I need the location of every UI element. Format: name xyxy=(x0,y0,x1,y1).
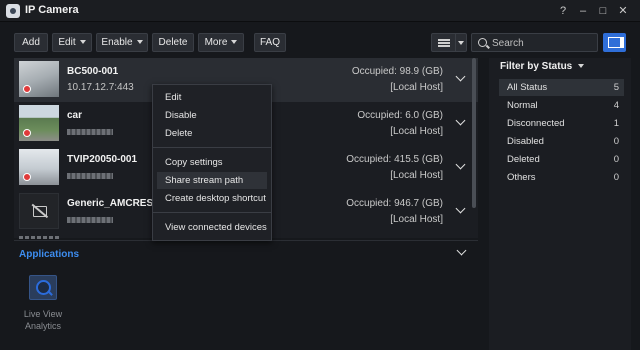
expand-chevron-icon[interactable] xyxy=(455,71,466,82)
add-button-label: Add xyxy=(22,37,40,48)
menu-item-view-connected-devices[interactable]: View connected devices xyxy=(157,219,267,236)
camera-address-redacted xyxy=(67,217,113,223)
filter-panel-toggle-button[interactable] xyxy=(603,33,626,52)
camera-host: [Local Host] xyxy=(390,126,443,137)
storage-occupied: Occupied: 6.0 (GB) xyxy=(357,110,443,121)
status-count: 4 xyxy=(613,100,619,111)
live-view-analytics-icon[interactable] xyxy=(29,275,57,300)
status-count: 0 xyxy=(613,154,619,165)
status-label: All Status xyxy=(507,82,548,93)
recording-indicator-icon xyxy=(23,173,31,181)
camera-host: [Local Host] xyxy=(390,82,443,93)
faq-button[interactable]: FAQ xyxy=(254,33,286,52)
camera-name: TVIP20050-001 xyxy=(67,154,138,165)
storage-occupied: Occupied: 98.9 (GB) xyxy=(351,66,443,77)
status-count: 1 xyxy=(613,118,619,129)
storage-occupied: Occupied: 415.5 (GB) xyxy=(346,154,443,165)
camera-address-redacted xyxy=(67,173,113,179)
applications-title: Applications xyxy=(19,249,80,260)
camera-context-menu: Edit Disable Delete Copy settings Share … xyxy=(152,84,272,241)
edit-button[interactable]: Edit xyxy=(52,33,92,52)
chevron-down-icon xyxy=(458,41,464,45)
status-count: 5 xyxy=(613,82,619,93)
delete-button-label: Delete xyxy=(158,37,188,48)
status-count: 0 xyxy=(613,172,619,183)
camera-address: 10.17.12.7:443 xyxy=(67,82,134,93)
no-video-icon xyxy=(33,206,47,217)
add-button[interactable]: Add xyxy=(14,33,48,52)
status-label: Deleted xyxy=(507,154,540,165)
menu-separator xyxy=(153,212,271,213)
storage-occupied: Occupied: 946.7 (GB) xyxy=(346,198,443,209)
chevron-down-icon xyxy=(578,64,585,69)
maximize-button[interactable]: □ xyxy=(595,3,611,19)
view-mode-button[interactable] xyxy=(431,33,467,52)
status-filter-normal[interactable]: Normal 4 xyxy=(499,97,624,114)
menu-separator xyxy=(153,147,271,148)
chevron-down-icon xyxy=(136,40,143,45)
expand-chevron-icon[interactable] xyxy=(455,115,466,126)
minimize-button[interactable]: – xyxy=(575,3,591,19)
filter-panel: Filter by Status All Status 5 Normal 4 Dis… xyxy=(489,58,631,350)
title-bar: IP Camera ? – □ ✕ xyxy=(0,0,640,22)
applications-collapse-chevron-icon[interactable] xyxy=(456,245,467,256)
expand-chevron-icon[interactable] xyxy=(455,203,466,214)
recording-indicator-icon xyxy=(23,129,31,137)
status-label: Normal xyxy=(507,100,538,111)
delete-button[interactable]: Delete xyxy=(152,33,194,52)
camera-thumbnail xyxy=(19,61,59,97)
chevron-down-icon xyxy=(79,40,86,45)
camera-host: [Local Host] xyxy=(390,170,443,181)
menu-item-create-desktop-shortcut[interactable]: Create desktop shortcut xyxy=(157,190,267,207)
camera-address-redacted xyxy=(67,129,113,135)
status-filter-others[interactable]: Others 0 xyxy=(499,169,624,186)
partial-camera-row xyxy=(19,236,59,239)
status-filter-deleted[interactable]: Deleted 0 xyxy=(499,151,624,168)
menu-item-share-stream-path[interactable]: Share stream path xyxy=(157,172,267,189)
status-label: Disabled xyxy=(507,136,544,147)
camera-host: [Local Host] xyxy=(390,214,443,225)
camera-name: Generic_AMCREST-( xyxy=(67,198,166,209)
menu-item-disable[interactable]: Disable xyxy=(157,107,267,124)
window-title: IP Camera xyxy=(25,4,79,16)
status-filter-all[interactable]: All Status 5 xyxy=(499,79,624,96)
search-icon xyxy=(478,38,487,47)
close-button[interactable]: ✕ xyxy=(615,3,631,19)
camera-thumbnail xyxy=(19,149,59,185)
status-label: Disconnected xyxy=(507,118,565,129)
chevron-down-icon xyxy=(231,40,238,45)
menu-item-edit[interactable]: Edit xyxy=(157,89,267,106)
more-button[interactable]: More xyxy=(198,33,244,52)
more-button-label: More xyxy=(204,37,228,48)
search-box[interactable] xyxy=(471,33,598,52)
live-view-analytics-label[interactable]: Live View Analytics xyxy=(13,308,73,332)
edit-button-label: Edit xyxy=(58,37,76,48)
faq-button-label: FAQ xyxy=(259,37,280,48)
expand-chevron-icon[interactable] xyxy=(455,159,466,170)
camera-list-scrollbar[interactable] xyxy=(472,58,476,208)
list-view-icon xyxy=(438,39,450,47)
ip-camera-app-icon xyxy=(6,4,20,18)
status-filter-disabled[interactable]: Disabled 0 xyxy=(499,133,624,150)
filter-title-label: Filter by Status xyxy=(500,61,573,72)
view-mode-dropdown[interactable] xyxy=(455,34,467,51)
status-label: Others xyxy=(507,172,536,183)
camera-name: BC500-001 xyxy=(67,66,119,77)
status-count: 0 xyxy=(613,136,619,147)
menu-item-delete[interactable]: Delete xyxy=(157,125,267,142)
menu-item-copy-settings[interactable]: Copy settings xyxy=(157,154,267,171)
filter-by-status-dropdown[interactable]: Filter by Status xyxy=(500,61,585,72)
enable-button[interactable]: Enable xyxy=(96,33,148,52)
status-filter-disconnected[interactable]: Disconnected 1 xyxy=(499,115,624,132)
camera-thumbnail xyxy=(19,105,59,141)
camera-thumbnail xyxy=(19,193,59,229)
search-input[interactable] xyxy=(492,36,592,50)
recording-indicator-icon xyxy=(23,85,31,93)
camera-name: car xyxy=(67,110,83,121)
enable-button-label: Enable xyxy=(101,37,133,48)
help-button[interactable]: ? xyxy=(555,3,571,19)
